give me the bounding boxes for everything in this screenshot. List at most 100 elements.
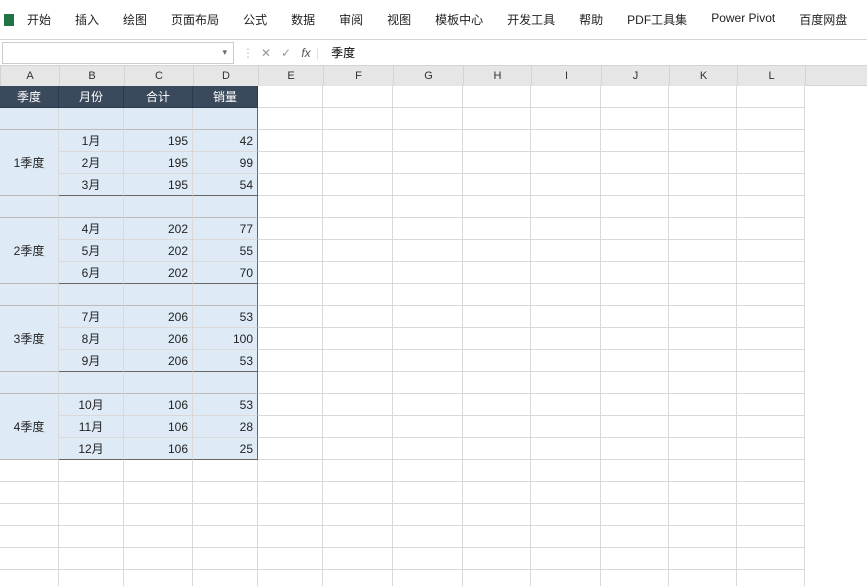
cell-empty[interactable] — [601, 570, 669, 586]
cell-empty[interactable] — [737, 174, 805, 196]
blank-cell[interactable] — [193, 372, 258, 394]
quarter-label[interactable]: 2季度 — [0, 218, 59, 284]
cell-empty[interactable] — [463, 372, 531, 394]
cell-empty[interactable] — [737, 306, 805, 328]
cell-empty[interactable] — [531, 482, 601, 504]
blank-cell[interactable] — [0, 284, 59, 306]
cell-empty[interactable] — [463, 548, 531, 570]
cell-empty[interactable] — [463, 438, 531, 460]
cell-empty[interactable] — [531, 152, 601, 174]
cell-empty[interactable] — [258, 482, 323, 504]
cell-empty[interactable] — [601, 174, 669, 196]
cell-empty[interactable] — [601, 526, 669, 548]
cell-empty[interactable] — [258, 262, 323, 284]
ribbon-tab-7[interactable]: 视图 — [375, 5, 423, 34]
cell-empty[interactable] — [531, 372, 601, 394]
cell-empty[interactable] — [601, 262, 669, 284]
cell-empty[interactable] — [59, 548, 124, 570]
total-cell[interactable]: 206 — [124, 350, 193, 372]
sales-cell[interactable]: 28 — [193, 416, 258, 438]
col-header-D[interactable]: D — [194, 66, 259, 86]
cell-empty[interactable] — [258, 372, 323, 394]
total-cell[interactable]: 202 — [124, 262, 193, 284]
ribbon-tab-8[interactable]: 模板中心 — [423, 5, 495, 34]
cell-empty[interactable] — [463, 526, 531, 548]
sales-cell[interactable]: 53 — [193, 306, 258, 328]
formula-input[interactable] — [323, 42, 867, 64]
sales-cell[interactable]: 25 — [193, 438, 258, 460]
blank-cell[interactable] — [0, 108, 59, 130]
cell-empty[interactable] — [258, 130, 323, 152]
cell-empty[interactable] — [669, 240, 737, 262]
cell-empty[interactable] — [323, 570, 393, 586]
month-cell[interactable]: 11月 — [59, 416, 124, 438]
cell-empty[interactable] — [393, 416, 463, 438]
cell-empty[interactable] — [0, 526, 59, 548]
cell-empty[interactable] — [323, 218, 393, 240]
fx-icon[interactable]: fx — [296, 43, 316, 63]
sales-cell[interactable]: 99 — [193, 152, 258, 174]
cell-empty[interactable] — [463, 570, 531, 586]
cell-empty[interactable] — [463, 416, 531, 438]
cell-empty[interactable] — [601, 130, 669, 152]
cell-empty[interactable] — [737, 350, 805, 372]
cell-empty[interactable] — [737, 130, 805, 152]
col-header-H[interactable]: H — [464, 66, 532, 86]
cell-empty[interactable] — [669, 174, 737, 196]
cell-empty[interactable] — [193, 526, 258, 548]
cell-empty[interactable] — [737, 570, 805, 586]
cell-empty[interactable] — [463, 196, 531, 218]
cell-empty[interactable] — [124, 548, 193, 570]
cell-empty[interactable] — [193, 482, 258, 504]
cell-empty[interactable] — [258, 108, 323, 130]
col-header-E[interactable]: E — [259, 66, 324, 86]
ribbon-tab-13[interactable]: 百度网盘 — [787, 5, 859, 34]
cell-empty[interactable] — [258, 438, 323, 460]
cell-empty[interactable] — [737, 394, 805, 416]
cell-empty[interactable] — [531, 130, 601, 152]
cell-empty[interactable] — [601, 416, 669, 438]
cell-empty[interactable] — [323, 240, 393, 262]
cell-empty[interactable] — [601, 394, 669, 416]
cell-empty[interactable] — [463, 130, 531, 152]
cell-empty[interactable] — [393, 218, 463, 240]
cell-empty[interactable] — [323, 438, 393, 460]
cell-empty[interactable] — [669, 416, 737, 438]
cell-empty[interactable] — [669, 130, 737, 152]
cell-empty[interactable] — [0, 460, 59, 482]
cell-empty[interactable] — [531, 284, 601, 306]
col-header-K[interactable]: K — [670, 66, 738, 86]
cell-empty[interactable] — [323, 504, 393, 526]
cell-empty[interactable] — [258, 548, 323, 570]
cell-empty[interactable] — [737, 460, 805, 482]
cell-empty[interactable] — [393, 306, 463, 328]
blank-cell[interactable] — [124, 284, 193, 306]
cell-empty[interactable] — [463, 218, 531, 240]
cell-empty[interactable] — [601, 240, 669, 262]
cell-empty[interactable] — [393, 372, 463, 394]
cell-empty[interactable] — [669, 350, 737, 372]
cell-empty[interactable] — [393, 152, 463, 174]
cell-empty[interactable] — [193, 504, 258, 526]
ribbon-tab-1[interactable]: 插入 — [63, 5, 111, 34]
header-C[interactable]: 合计 — [124, 86, 193, 108]
ribbon-tab-4[interactable]: 公式 — [231, 5, 279, 34]
cell-empty[interactable] — [463, 482, 531, 504]
month-cell[interactable]: 10月 — [59, 394, 124, 416]
cell-empty[interactable] — [531, 548, 601, 570]
cell-empty[interactable] — [463, 328, 531, 350]
ribbon-tab-9[interactable]: 开发工具 — [495, 5, 567, 34]
sales-cell[interactable]: 55 — [193, 240, 258, 262]
cell-empty[interactable] — [323, 372, 393, 394]
cell-empty[interactable] — [393, 394, 463, 416]
cell-empty[interactable] — [258, 152, 323, 174]
cell-empty[interactable] — [393, 350, 463, 372]
cell-empty[interactable] — [531, 460, 601, 482]
cell-empty[interactable] — [323, 174, 393, 196]
cell-empty[interactable] — [669, 262, 737, 284]
cell-empty[interactable] — [737, 548, 805, 570]
cell-empty[interactable] — [59, 482, 124, 504]
cell-empty[interactable] — [601, 108, 669, 130]
blank-cell[interactable] — [124, 196, 193, 218]
cell-empty[interactable] — [669, 504, 737, 526]
